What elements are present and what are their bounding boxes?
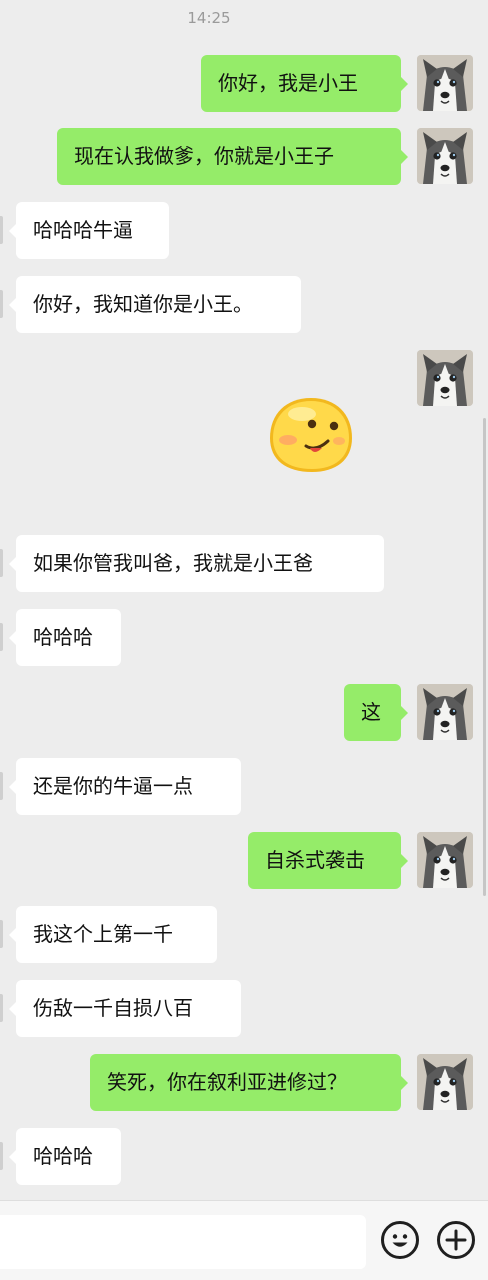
avatar[interactable] [417,55,473,111]
incoming-avatar-edge [0,290,3,318]
add-more-button[interactable] [437,1221,475,1259]
smiley-face-icon [392,1234,408,1247]
avatar[interactable] [417,350,473,406]
incoming-message-bubble[interactable]: 哈哈哈 [9,1128,121,1185]
avatar[interactable] [417,128,473,184]
incoming-avatar-edge [0,549,3,577]
incoming-avatar-edge [0,994,3,1022]
outgoing-message-bubble[interactable]: 自杀式袭击 [248,832,408,889]
plus-icon [445,1229,467,1251]
husky-avatar-image [417,128,473,184]
incoming-message-bubble[interactable]: 我这个上第一千 [9,906,217,963]
incoming-message-bubble[interactable]: 哈哈哈 [9,609,121,666]
outgoing-message-bubble[interactable]: 你好，我是小王 [201,55,408,112]
incoming-avatar-edge [0,1142,3,1170]
husky-avatar-image [417,350,473,406]
incoming-message-bubble[interactable]: 如果你管我叫爸，我就是小王爸 [9,535,384,592]
husky-avatar-image [417,1054,473,1110]
emoji-button[interactable] [381,1221,419,1259]
chat-scrollbar[interactable] [483,418,486,896]
incoming-avatar-edge [0,623,3,651]
incoming-avatar-edge [0,216,3,244]
avatar[interactable] [417,832,473,888]
smirk-emoji-sticker[interactable] [266,394,356,476]
husky-avatar-image [417,55,473,111]
incoming-message-bubble[interactable]: 你好，我知道你是小王。 [9,276,301,333]
avatar[interactable] [417,1054,473,1110]
timestamp: 14:25 [187,9,231,27]
incoming-message-bubble[interactable]: 还是你的牛逼一点 [9,758,241,815]
avatar[interactable] [417,684,473,740]
incoming-avatar-edge [0,920,3,948]
smirk-emoji-icon [270,398,352,472]
incoming-message-bubble[interactable]: 哈哈哈牛逼 [9,202,169,259]
husky-avatar-image [417,832,473,888]
husky-avatar-image [417,684,473,740]
outgoing-message-bubble[interactable]: 笑死，你在叙利亚进修过？ [90,1054,408,1111]
message-input[interactable] [0,1215,366,1269]
outgoing-message-bubble[interactable]: 这 [344,684,408,741]
incoming-avatar-edge [0,772,3,800]
input-bar [0,1200,488,1280]
outgoing-message-bubble[interactable]: 现在认我做爹，你就是小王子 [57,128,408,185]
incoming-message-bubble[interactable]: 伤敌一千自损八百 [9,980,241,1037]
